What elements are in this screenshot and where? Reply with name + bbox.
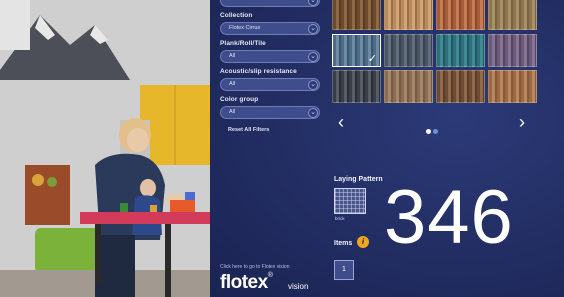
- carousel-pagination: [425, 121, 439, 139]
- items-value-box[interactable]: 1: [334, 260, 354, 280]
- color-group-select[interactable]: All ⌄: [220, 106, 320, 119]
- product-tile[interactable]: [384, 33, 433, 67]
- flotex-logo: flotex®: [220, 271, 273, 294]
- filter-panel: ⌄ Collection Flotex Cirrus ⌄ Plank/Roll/…: [220, 0, 330, 133]
- chevron-right-icon[interactable]: ›: [519, 112, 525, 133]
- product-tile[interactable]: [332, 70, 381, 103]
- chevron-down-icon: ⌄: [308, 0, 318, 6]
- chevron-down-icon: ⌄: [308, 79, 318, 90]
- logo-text: flotex: [220, 272, 268, 293]
- classroom-photo-illustration: [0, 0, 210, 297]
- laying-pattern-swatch[interactable]: [334, 188, 366, 214]
- acoustic-slip-select[interactable]: All ⌄: [220, 78, 320, 91]
- laying-pattern-label: Laying Pattern: [334, 176, 383, 183]
- chevron-down-icon: ⌄: [308, 23, 318, 34]
- chevron-down-icon: ⌄: [308, 51, 318, 62]
- info-icon[interactable]: i: [357, 236, 369, 248]
- color-group-value: All: [229, 109, 236, 115]
- flotex-vision-panel: ⌄ Collection Flotex Cirrus ⌄ Plank/Roll/…: [210, 0, 564, 297]
- product-tile[interactable]: [436, 33, 485, 67]
- chevron-left-icon[interactable]: ‹: [338, 112, 344, 133]
- product-tile[interactable]: [488, 0, 537, 30]
- product-count: 346: [384, 175, 514, 260]
- product-tile[interactable]: [436, 0, 485, 30]
- plank-roll-tile-value: All: [229, 53, 236, 59]
- laying-pattern-name: brick: [335, 216, 345, 221]
- product-tile[interactable]: [332, 0, 381, 30]
- product-tile[interactable]: [436, 70, 485, 103]
- acoustic-slip-value: All: [229, 81, 236, 87]
- product-tile[interactable]: [488, 70, 537, 103]
- items-label: Items: [334, 240, 353, 247]
- product-tile[interactable]: [488, 33, 537, 67]
- plank-roll-tile-select[interactable]: All ⌄: [220, 50, 320, 63]
- filter-label-collection: Collection: [220, 12, 253, 19]
- product-tile[interactable]: ✓: [332, 33, 381, 67]
- filter-label-plank-roll-tile: Plank/Roll/Tile: [220, 40, 266, 47]
- pagination-dot[interactable]: [433, 129, 438, 134]
- filter-label-color-group: Color group: [220, 96, 259, 103]
- checkmark-icon: ✓: [367, 52, 377, 65]
- collection-select[interactable]: Flotex Cirrus ⌄: [220, 22, 320, 35]
- filter-label-acoustic-slip: Acoustic/slip resistance: [220, 68, 297, 75]
- top-select[interactable]: ⌄: [220, 0, 320, 7]
- chevron-down-icon: ⌄: [308, 107, 318, 118]
- logo-subtitle: vision: [288, 282, 309, 291]
- reset-filters-link[interactable]: Reset All Filters: [220, 127, 330, 133]
- flotex-vision-link[interactable]: Click here to go to Flotex vision: [220, 264, 289, 270]
- product-tile[interactable]: [384, 70, 433, 103]
- collection-value: Flotex Cirrus: [229, 25, 261, 31]
- logo-trademark: ®: [267, 271, 273, 279]
- hero-photo: [0, 0, 210, 297]
- pagination-dot[interactable]: [426, 129, 431, 134]
- product-grid: ✓: [332, 0, 544, 108]
- product-tile[interactable]: [384, 0, 433, 30]
